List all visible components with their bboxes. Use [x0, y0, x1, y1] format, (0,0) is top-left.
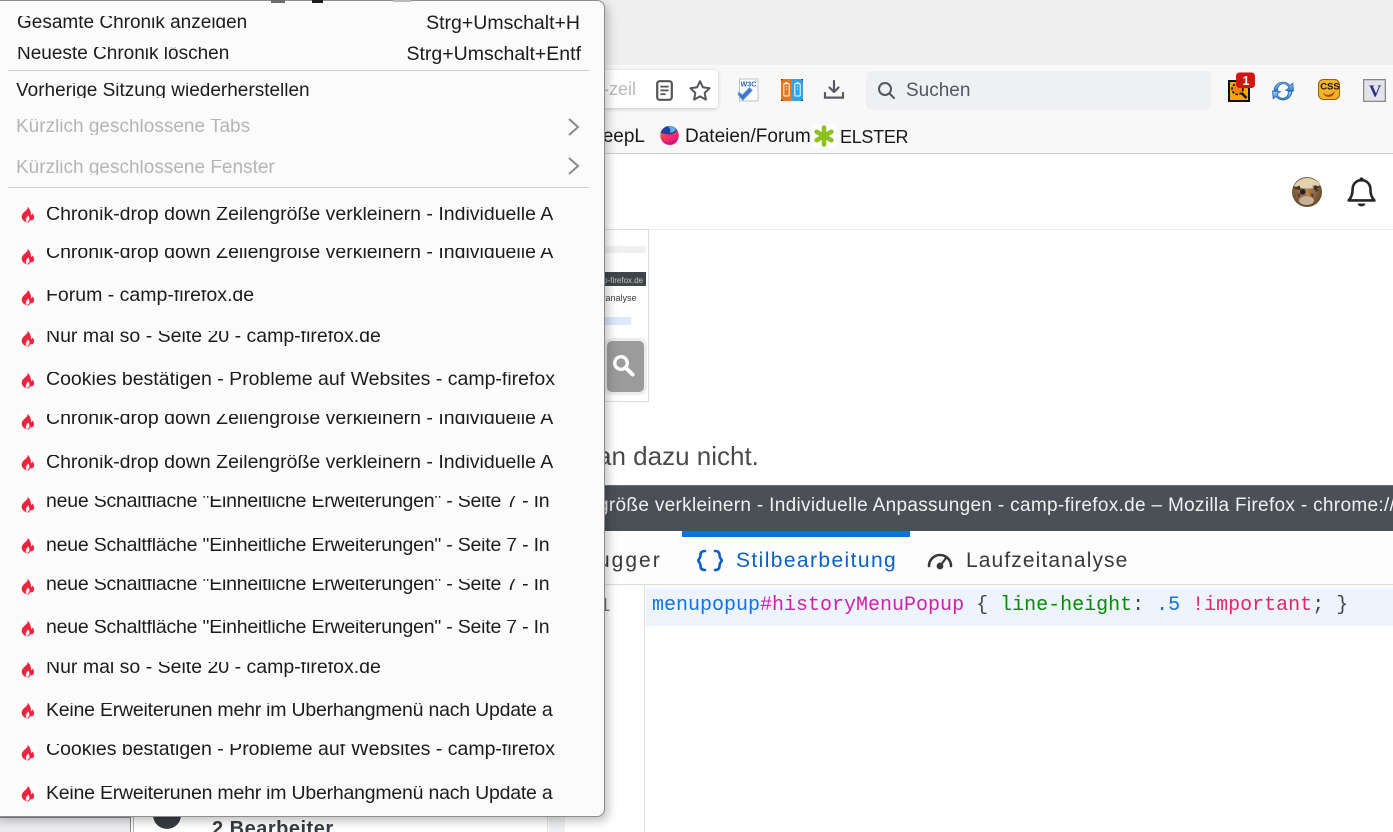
svg-text:W3C: W3C — [741, 80, 757, 89]
svg-text:1: 1 — [1243, 74, 1250, 88]
svg-text:CSS: CSS — [1320, 82, 1340, 93]
svg-text:V: V — [1369, 82, 1382, 101]
